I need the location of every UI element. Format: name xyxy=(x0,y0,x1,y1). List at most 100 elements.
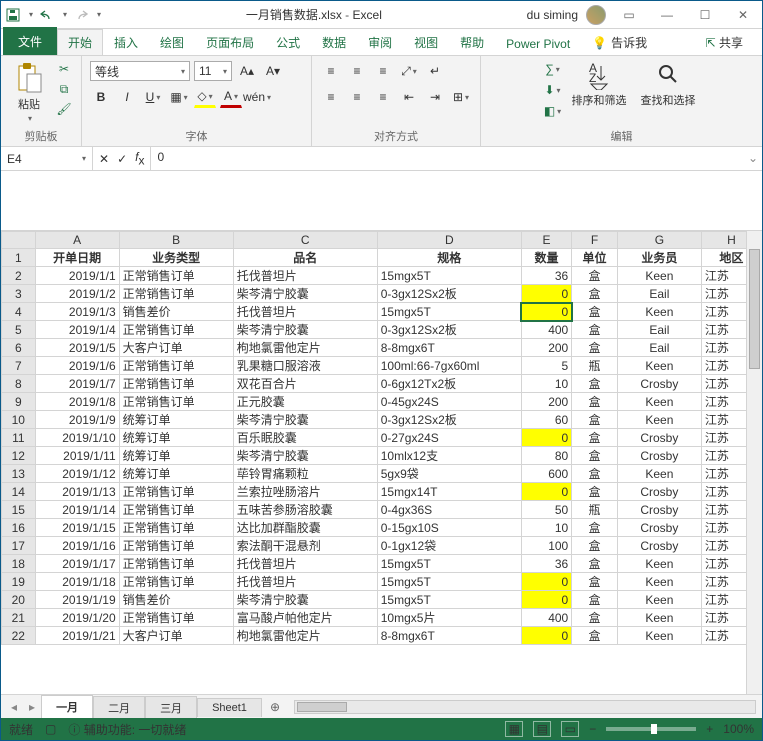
tab-help[interactable]: 帮助 xyxy=(449,29,495,55)
table-row[interactable]: 202019/1/19销售差价柴芩清宁胶囊15mgx5T0盒Keen江苏 xyxy=(2,591,762,609)
sheet-tab-3[interactable]: 三月 xyxy=(145,696,197,719)
spreadsheet-grid[interactable]: ABCDEFGH 1开单日期业务类型品名规格数量单位业务员地区22019/1/1… xyxy=(1,231,762,694)
indent-increase-icon[interactable]: ⇥ xyxy=(424,86,446,108)
row-header[interactable]: 7 xyxy=(2,357,36,375)
align-left-icon[interactable]: ≡ xyxy=(320,86,342,108)
vertical-scrollbar[interactable] xyxy=(746,231,762,694)
row-header[interactable]: 11 xyxy=(2,429,36,447)
row-header[interactable]: 2 xyxy=(2,267,36,285)
row-header[interactable]: 6 xyxy=(2,339,36,357)
copy-icon[interactable]: ⧉ xyxy=(55,80,73,98)
row-header[interactable]: 10 xyxy=(2,411,36,429)
horizontal-scrollbar[interactable] xyxy=(294,700,756,714)
undo-dropdown-icon[interactable]: ▾ xyxy=(63,10,67,19)
table-row[interactable]: 22019/1/1正常销售订单托伐普坦片15mgx5T36盒Keen江苏 xyxy=(2,267,762,285)
fill-icon[interactable]: ⬇▾ xyxy=(544,81,562,99)
paste-button[interactable]: 粘贴▾ xyxy=(9,60,49,125)
table-row[interactable]: 142019/1/13正常销售订单兰索拉唑肠溶片15mgx14T0盒Crosby… xyxy=(2,483,762,501)
fx-icon[interactable]: fx xyxy=(135,150,144,167)
tab-draw[interactable]: 绘图 xyxy=(149,29,195,55)
fill-color-icon[interactable]: ◇▾ xyxy=(194,86,216,108)
row-header[interactable]: 8 xyxy=(2,375,36,393)
row-header[interactable]: 16 xyxy=(2,519,36,537)
enter-formula-icon[interactable]: ✓ xyxy=(117,152,127,166)
table-row[interactable]: 92019/1/8正常销售订单正元胶囊0-45gx24S200盒Keen江苏 xyxy=(2,393,762,411)
align-right-icon[interactable]: ≡ xyxy=(372,86,394,108)
table-row[interactable]: 222019/1/21大客户订单枸地氯雷他定片8-8mgx6T0盒Keen江苏 xyxy=(2,627,762,645)
sort-filter-button[interactable]: AZ 排序和筛选 xyxy=(568,60,631,110)
maximize-icon[interactable]: ☐ xyxy=(690,5,720,25)
align-bottom-icon[interactable]: ≡ xyxy=(372,60,394,82)
tab-insert[interactable]: 插入 xyxy=(103,29,149,55)
row-header[interactable]: 19 xyxy=(2,573,36,591)
zoom-slider[interactable] xyxy=(606,727,696,731)
save-icon[interactable] xyxy=(5,7,21,23)
increase-font-icon[interactable]: A▴ xyxy=(236,60,258,82)
row-header[interactable]: 17 xyxy=(2,537,36,555)
find-select-button[interactable]: 查找和选择 xyxy=(637,60,700,110)
phonetic-icon[interactable]: wén▾ xyxy=(246,86,268,108)
expand-formula-icon[interactable]: ⌄ xyxy=(748,151,758,165)
save-dropdown-icon[interactable]: ▾ xyxy=(29,10,33,19)
table-row[interactable]: 52019/1/4正常销售订单柴芩清宁胶囊0-3gx12Sx2板400盒Eail… xyxy=(2,321,762,339)
font-size-input[interactable]: 11▾ xyxy=(194,61,232,81)
tab-view[interactable]: 视图 xyxy=(403,29,449,55)
tab-file[interactable]: 文件 xyxy=(3,27,57,55)
row-header[interactable]: 14 xyxy=(2,483,36,501)
avatar[interactable] xyxy=(586,5,606,25)
row-header[interactable]: 21 xyxy=(2,609,36,627)
sheet-nav-prev-icon[interactable]: ◂ xyxy=(5,700,23,714)
row-header[interactable]: 9 xyxy=(2,393,36,411)
tab-review[interactable]: 审阅 xyxy=(357,29,403,55)
name-box[interactable]: E4▾ xyxy=(1,147,93,170)
accessibility-status[interactable]: ⓘ 辅助功能: 一切就绪 xyxy=(68,721,186,738)
table-row[interactable]: 212019/1/20正常销售订单富马酸卢帕他定片10mgx5片400盒Keen… xyxy=(2,609,762,627)
table-row[interactable]: 62019/1/5大客户订单枸地氯雷他定片8-8mgx6T200盒Eail江苏 xyxy=(2,339,762,357)
table-row[interactable]: 32019/1/2正常销售订单柴芩清宁胶囊0-3gx12Sx2板0盒Eail江苏 xyxy=(2,285,762,303)
border-icon[interactable]: ▦▾ xyxy=(168,86,190,108)
wrap-text-icon[interactable]: ↵ xyxy=(424,60,446,82)
cancel-formula-icon[interactable]: ✕ xyxy=(99,152,109,166)
row-header[interactable]: 3 xyxy=(2,285,36,303)
add-sheet-icon[interactable]: ⊕ xyxy=(262,700,288,714)
user-name[interactable]: du siming xyxy=(527,8,578,22)
normal-view-icon[interactable]: ▦ xyxy=(505,721,523,737)
table-row[interactable]: 42019/1/3销售差价托伐普坦片15mgx5T0盒Keen江苏 xyxy=(2,303,762,321)
col-header[interactable]: D xyxy=(377,232,521,249)
row-header[interactable]: 15 xyxy=(2,501,36,519)
table-row[interactable]: 102019/1/9统筹订单柴芩清宁胶囊0-3gx12Sx2板60盒Keen江苏 xyxy=(2,411,762,429)
table-row[interactable]: 182019/1/17正常销售订单托伐普坦片15mgx5T36盒Keen江苏 xyxy=(2,555,762,573)
ribbon-options-icon[interactable]: ▭ xyxy=(614,5,644,25)
tab-share[interactable]: ⇱ 共享 xyxy=(695,29,754,55)
table-row[interactable]: 82019/1/7正常销售订单双花百合片0-6gx12Tx2板10盒Crosby… xyxy=(2,375,762,393)
table-row[interactable]: 132019/1/12统筹订单荜铃胃痛颗粒5gx9袋600盒Keen江苏 xyxy=(2,465,762,483)
page-break-view-icon[interactable]: ▭ xyxy=(561,721,579,737)
col-header[interactable]: E xyxy=(521,232,571,249)
select-all-cell[interactable] xyxy=(2,232,36,249)
redo-icon[interactable] xyxy=(73,7,89,23)
italic-button[interactable]: I xyxy=(116,86,138,108)
macro-record-icon[interactable]: ▢ xyxy=(45,722,56,736)
tab-layout[interactable]: 页面布局 xyxy=(195,29,265,55)
align-middle-icon[interactable]: ≡ xyxy=(346,60,368,82)
font-color-icon[interactable]: A▾ xyxy=(220,86,242,108)
cut-icon[interactable]: ✂ xyxy=(55,60,73,78)
row-header[interactable]: 12 xyxy=(2,447,36,465)
col-header[interactable]: B xyxy=(119,232,233,249)
table-row[interactable]: 112019/1/10统筹订单百乐眠胶囊0-27gx24S0盒Crosby江苏 xyxy=(2,429,762,447)
row-header[interactable]: 5 xyxy=(2,321,36,339)
table-row[interactable]: 72019/1/6正常销售订单乳果糖口服溶液100ml:66-7gx60ml5瓶… xyxy=(2,357,762,375)
sheet-tab-2[interactable]: 二月 xyxy=(93,696,145,719)
tab-data[interactable]: 数据 xyxy=(311,29,357,55)
bold-button[interactable]: B xyxy=(90,86,112,108)
formula-bar[interactable]: 0 ⌄ xyxy=(151,147,762,170)
table-row[interactable]: 192019/1/18正常销售订单托伐普坦片15mgx5T0盒Keen江苏 xyxy=(2,573,762,591)
sheet-tab-4[interactable]: Sheet1 xyxy=(197,698,262,717)
align-center-icon[interactable]: ≡ xyxy=(346,86,368,108)
zoom-level[interactable]: 100% xyxy=(723,722,754,736)
row-header[interactable]: 18 xyxy=(2,555,36,573)
col-header[interactable]: A xyxy=(35,232,119,249)
decrease-font-icon[interactable]: A▾ xyxy=(262,60,284,82)
row-header[interactable]: 1 xyxy=(2,249,36,267)
tab-home[interactable]: 开始 xyxy=(57,29,103,55)
